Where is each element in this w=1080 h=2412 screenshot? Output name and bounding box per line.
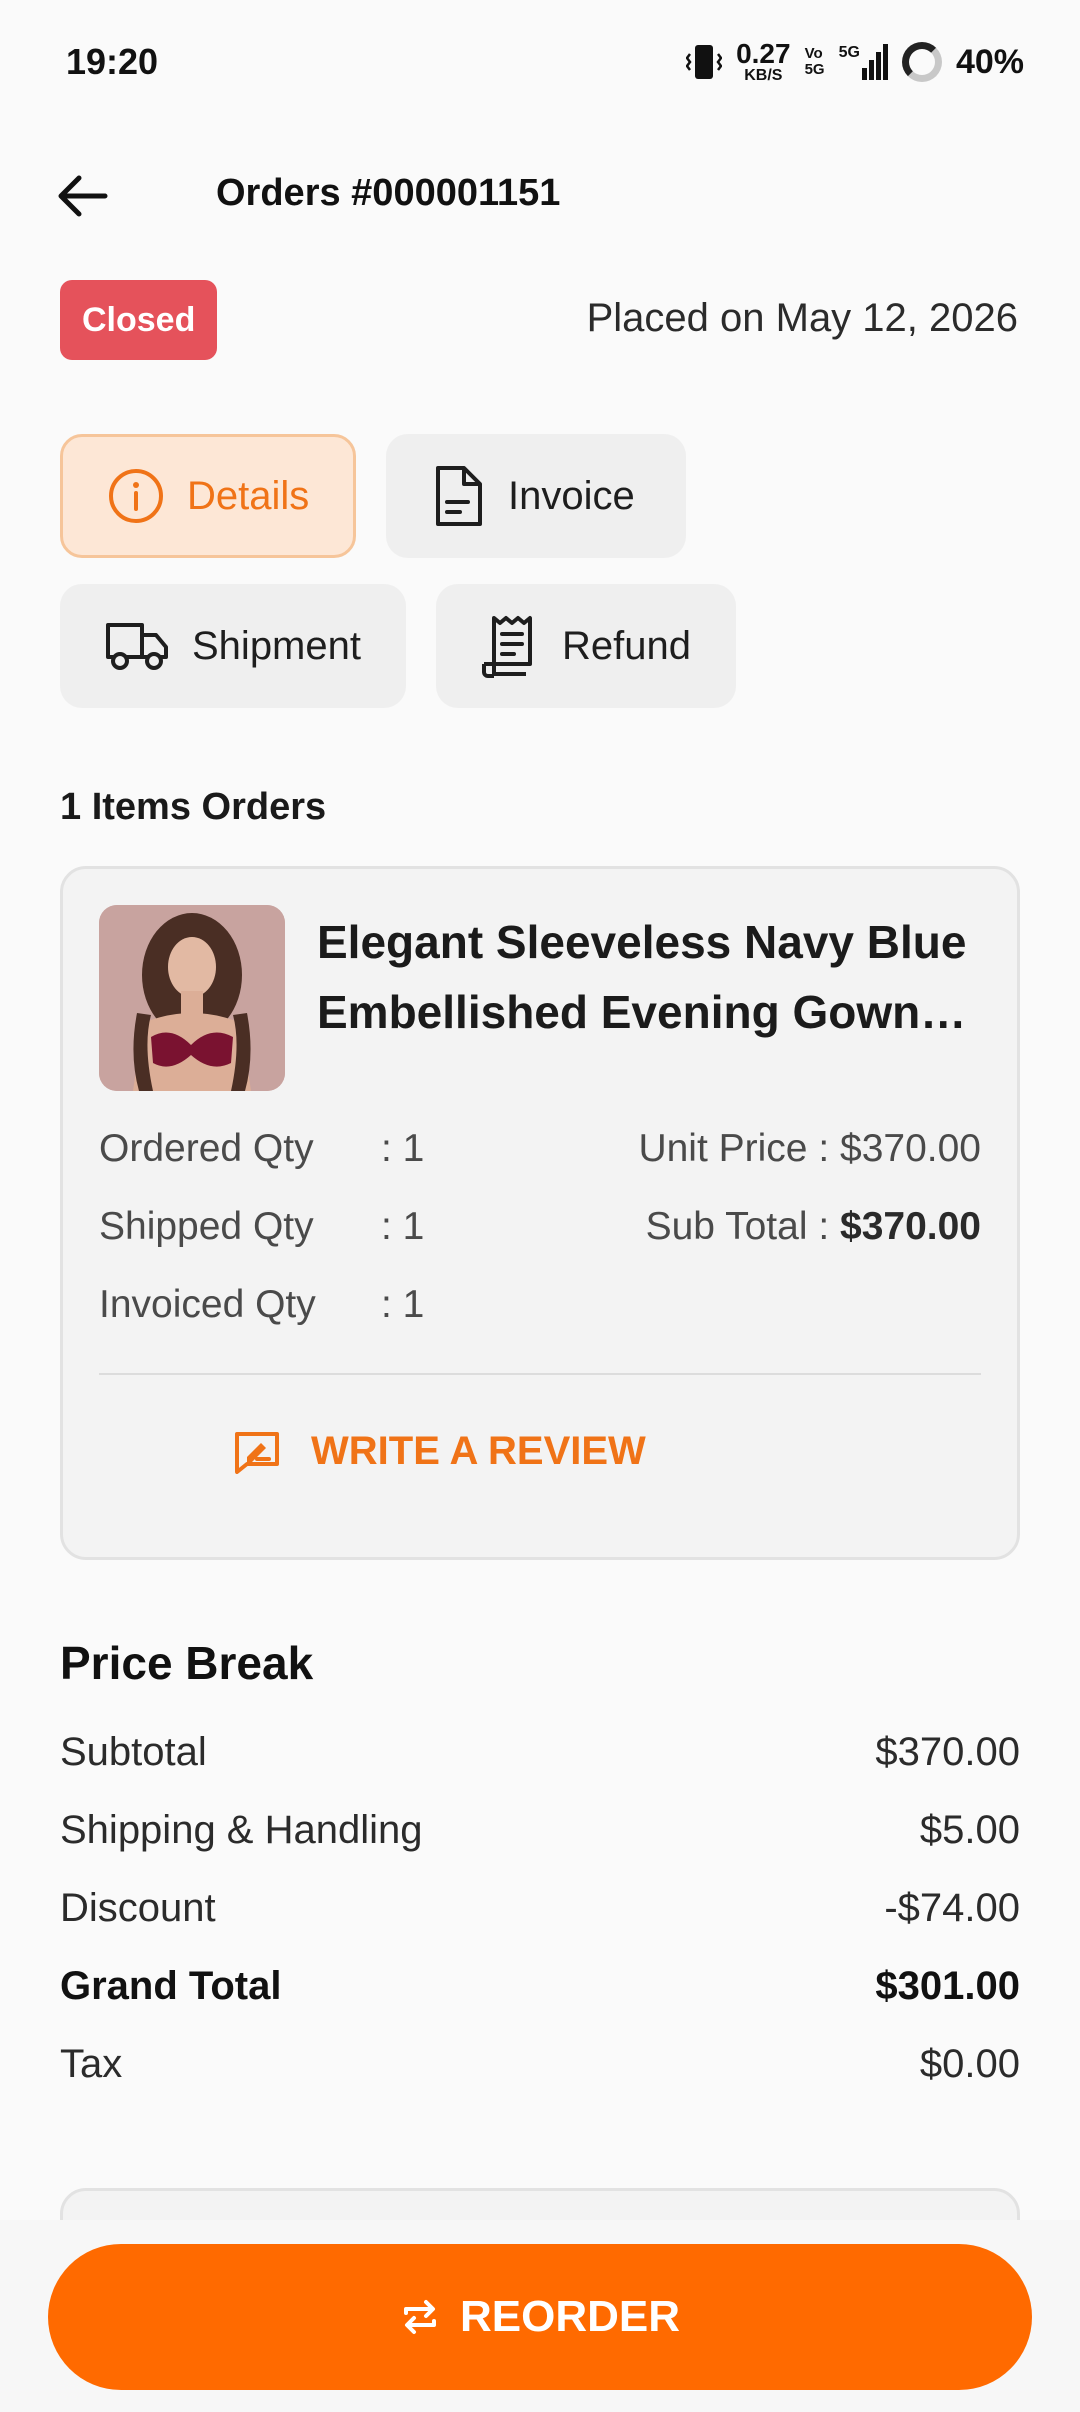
back-arrow-icon: [58, 175, 108, 217]
tab-shipment-label: Shipment: [192, 623, 361, 668]
order-item-card: Elegant Sleeveless Navy Blue Embellished…: [60, 866, 1020, 1560]
invoiced-qty-label: Invoiced Qty: [99, 1283, 316, 1326]
status-bar: 19:20 0.27 KB/S Vo 5G 5G 40%: [0, 0, 1080, 124]
net-speed: 0.27 KB/S: [736, 40, 791, 84]
status-icons: 0.27 KB/S Vo 5G 5G 40%: [686, 40, 1024, 84]
price-line-value: $301.00: [875, 1964, 1020, 2008]
invoiced-qty: Invoiced Qty : 1: [99, 1283, 424, 1327]
item-subtotal-value: $370.00: [840, 1205, 981, 1248]
ordered-qty: Ordered Qty : 1: [99, 1127, 424, 1171]
vibrate-icon: [686, 45, 723, 79]
net-speed-value: 0.27: [736, 38, 791, 69]
volte-indicator: Vo 5G: [805, 46, 825, 78]
product-name[interactable]: Elegant Sleeveless Navy Blue Embellished…: [317, 907, 997, 1047]
price-line-value: -$74.00: [884, 1886, 1020, 1930]
reorder-button[interactable]: REORDER: [48, 2244, 1032, 2390]
card-divider: [99, 1373, 981, 1375]
review-icon: [235, 1431, 279, 1474]
tab-shipment[interactable]: Shipment: [60, 584, 406, 708]
unit-price-value: $370.00: [840, 1127, 981, 1170]
page-title: Orders #000001151: [216, 172, 561, 214]
volte-bottom: 5G: [804, 61, 825, 78]
receipt-icon: [482, 616, 532, 678]
repeat-icon: [403, 2300, 436, 2334]
price-line-discount: Discount -$74.00: [60, 1886, 1020, 1931]
price-line-shipping: Shipping & Handling $5.00: [60, 1808, 1020, 1853]
reorder-label: REORDER: [459, 2292, 681, 2341]
invoiced-qty-value: : 1: [381, 1283, 425, 1326]
document-icon: [436, 466, 482, 526]
tab-refund-label: Refund: [562, 623, 691, 668]
tab-details-label: Details: [187, 473, 310, 518]
price-line-label: Subtotal: [60, 1730, 207, 1774]
shipped-qty: Shipped Qty : 1: [99, 1205, 424, 1249]
ordered-qty-label: Ordered Qty: [99, 1127, 314, 1170]
info-icon: [109, 469, 163, 523]
shipped-qty-value: : 1: [381, 1205, 425, 1248]
price-line-value: $370.00: [875, 1730, 1020, 1774]
tab-invoice-label: Invoice: [508, 473, 635, 518]
write-review-label: WRITE A REVIEW: [311, 1429, 646, 1473]
placed-on-date: Placed on May 12, 2026: [586, 296, 1018, 340]
price-line-label: Grand Total: [60, 1964, 282, 2008]
tab-invoice[interactable]: Invoice: [386, 434, 686, 558]
price-line-value: $5.00: [919, 1808, 1020, 1852]
price-line-value: $0.00: [919, 2042, 1020, 2086]
network-type: 5G: [838, 44, 860, 61]
price-line-grand-total: Grand Total $301.00: [60, 1964, 1020, 2009]
status-badge: Closed: [60, 280, 218, 360]
battery-percent: 40%: [955, 42, 1024, 81]
signal-icon: 5G: [839, 44, 888, 80]
price-line-tax: Tax $0.00: [60, 2042, 1020, 2087]
unit-price: Unit Price : $370.00: [638, 1127, 981, 1171]
back-button[interactable]: [50, 168, 114, 224]
net-speed-unit: KB/S: [744, 67, 783, 84]
status-time: 19:20: [66, 41, 159, 82]
price-break-heading: Price Break: [60, 1637, 314, 1689]
unit-price-label: Unit Price :: [638, 1127, 841, 1170]
item-subtotal: Sub Total : $370.00: [646, 1205, 981, 1249]
volte-top: Vo: [804, 45, 823, 63]
write-review-button[interactable]: WRITE A REVIEW: [233, 1429, 646, 1474]
price-line-label: Discount: [60, 1886, 216, 1930]
price-line-label: Tax: [60, 2042, 123, 2086]
price-line-subtotal: Subtotal $370.00: [60, 1730, 1020, 1775]
truck-icon: [106, 623, 168, 670]
product-image[interactable]: [99, 905, 285, 1091]
tab-refund[interactable]: Refund: [436, 584, 736, 708]
ordered-qty-value: : 1: [381, 1127, 425, 1170]
shipped-qty-label: Shipped Qty: [99, 1205, 314, 1248]
tab-details[interactable]: Details: [60, 434, 356, 558]
items-heading: 1 Items Orders: [60, 786, 327, 828]
battery-ring-icon: [901, 42, 942, 82]
app-header: Orders #000001151: [0, 150, 1080, 240]
price-line-label: Shipping & Handling: [60, 1808, 423, 1852]
item-subtotal-label: Sub Total :: [645, 1205, 841, 1248]
